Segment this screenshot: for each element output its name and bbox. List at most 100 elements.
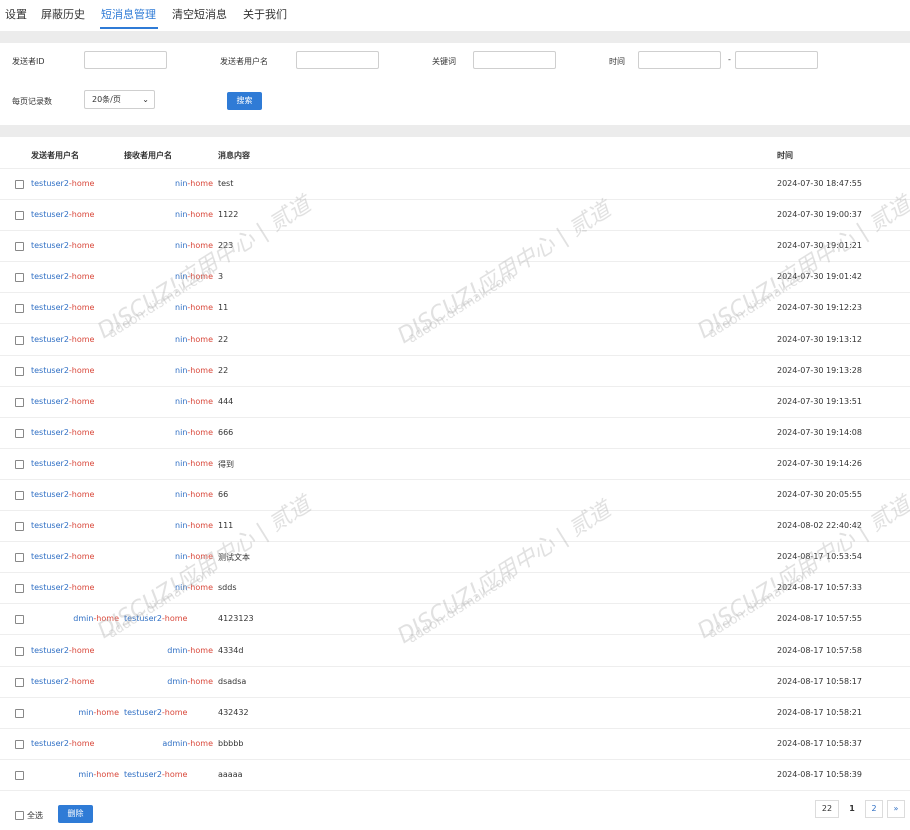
row-checkbox[interactable] [15,180,24,189]
row-checkbox[interactable] [15,397,24,407]
time-start-input[interactable] [638,51,721,69]
row-checkbox[interactable] [15,242,24,252]
message-content: aaaaa [218,769,243,779]
receiver-username-link[interactable]: nin-home [175,459,213,468]
receiver-username-link[interactable]: dmin-home [167,677,213,686]
sender-username-link[interactable]: testuser2-home [31,677,94,686]
receiver-username-link[interactable]: nin-home [175,397,213,406]
row-checkbox[interactable] [15,646,24,656]
message-time: 2024-07-30 19:00:37 [777,210,862,220]
message-content: test [218,179,234,188]
receiver-username-link[interactable]: nin-home [175,179,213,188]
table-row: testuser2-home nin-home 223 2024-07-30 19:0… [0,231,910,263]
tab-message-management[interactable]: 短消息管理 [101,6,156,22]
receiver-username-link[interactable]: nin-home [175,521,213,530]
message-time: 2024-08-17 10:57:33 [777,583,862,593]
sender-username-link[interactable]: testuser2-home [31,739,94,748]
sender-username-link[interactable]: testuser2-home [31,272,94,281]
sender-username-link[interactable]: testuser2-home [31,366,94,375]
message-time: 2024-07-30 19:01:42 [777,272,862,282]
sender-username-link[interactable]: dmin-home [73,614,119,623]
table-row: testuser2-home admin-home bbbbb 2024-08-17 … [0,729,910,760]
col-header-sender: 发送者用户名 [31,151,79,160]
sender-username-link[interactable]: testuser2-home [31,303,94,312]
row-checkbox[interactable] [15,739,24,749]
row-checkbox[interactable] [15,584,24,594]
sender-username-link[interactable]: testuser2-home [31,397,94,406]
keyword-input[interactable] [473,51,556,69]
receiver-username-link[interactable]: dmin-home [167,646,213,655]
sender-username-link[interactable]: testuser2-home [31,428,94,437]
pagination-page[interactable]: 2 [865,800,883,818]
sender-username-link[interactable]: testuser2-home [31,490,94,499]
message-content: 1122 [218,210,239,220]
table-row: testuser2-home nin-home 66 2024-07-30 20:05… [0,480,910,511]
row-checkbox[interactable] [15,335,24,345]
keyword-label: 关键词 [432,57,456,66]
sender-username-link[interactable]: testuser2-home [31,552,94,561]
table-row: testuser2-home nin-home 22 2024-07-30 19:13… [0,325,910,356]
sender-username-link[interactable]: min-home [78,770,119,779]
time-label: 时间 [609,57,625,66]
message-time: 2024-08-02 22:40:42 [777,521,862,531]
receiver-username-link[interactable]: nin-home [175,210,213,219]
row-checkbox[interactable] [15,304,24,314]
row-checkbox[interactable] [15,491,24,500]
row-checkbox[interactable] [15,211,24,221]
sender-username-link[interactable]: min-home [78,708,119,717]
sender-username-link[interactable]: testuser2-home [31,335,94,344]
search-button[interactable]: 搜索 [227,92,262,110]
receiver-username-link[interactable]: admin-home [162,739,213,748]
sender-username-link[interactable]: testuser2-home [31,241,94,250]
col-header-content: 消息内容 [218,151,250,160]
receiver-username-link[interactable]: nin-home [175,241,213,250]
section-divider [0,125,910,137]
pagination-total: 22 [815,800,839,818]
sender-id-input[interactable] [84,51,167,69]
per-page-select[interactable]: 20条/页 ⌄ [84,90,155,109]
row-checkbox[interactable] [15,615,24,625]
tab-about-us[interactable]: 关于我们 [243,6,287,22]
receiver-username-link[interactable]: nin-home [175,552,213,561]
sender-name-input[interactable] [296,51,379,69]
receiver-username-link[interactable]: testuser2-home [124,770,187,779]
receiver-username-link[interactable]: nin-home [175,428,213,437]
active-tab-indicator [100,27,158,29]
receiver-username-link[interactable]: nin-home [175,583,213,592]
row-checkbox[interactable] [15,273,24,283]
receiver-username-link[interactable]: testuser2-home [124,708,187,717]
tab-block-history[interactable]: 屏蔽历史 [41,6,85,22]
pagination-page-current[interactable]: 1 [843,800,861,818]
receiver-username-link[interactable]: nin-home [175,335,213,344]
delete-button[interactable]: 删除 [58,805,93,823]
message-content: bbbbb [218,738,244,748]
row-checkbox[interactable] [15,459,24,469]
message-content: 111 [218,521,234,531]
receiver-username-link[interactable]: testuser2-home [124,614,187,623]
sender-username-link[interactable]: testuser2-home [31,459,94,468]
row-checkbox[interactable] [15,677,24,687]
row-checkbox[interactable] [15,428,24,438]
sender-name-label: 发送者用户名 [220,57,268,66]
tab-settings[interactable]: 设置 [5,6,27,22]
receiver-username-link[interactable]: nin-home [175,303,213,312]
sender-username-link[interactable]: testuser2-home [31,646,94,655]
row-checkbox[interactable] [15,708,24,718]
sender-username-link[interactable]: testuser2-home [31,521,94,530]
receiver-username-link[interactable]: nin-home [175,272,213,281]
row-checkbox[interactable] [15,770,24,780]
receiver-username-link[interactable]: nin-home [175,366,213,375]
tab-clear-messages[interactable]: 清空短消息 [172,6,227,22]
receiver-username-link[interactable]: nin-home [175,490,213,499]
time-end-input[interactable] [735,51,818,69]
sender-username-link[interactable]: testuser2-home [31,583,94,592]
table-row: min-home testuser2-home aaaaa 2024-08-17 10… [0,760,910,791]
row-checkbox[interactable] [15,553,24,563]
row-checkbox[interactable] [15,366,24,376]
row-checkbox[interactable] [15,522,24,532]
sender-username-link[interactable]: testuser2-home [31,179,94,188]
select-all-checkbox[interactable] [15,811,24,820]
sender-username-link[interactable]: testuser2-home [31,210,94,219]
pagination-next[interactable]: » [887,800,905,818]
table-row: testuser2-home nin-home 1122 2024-07-30 19:… [0,200,910,232]
